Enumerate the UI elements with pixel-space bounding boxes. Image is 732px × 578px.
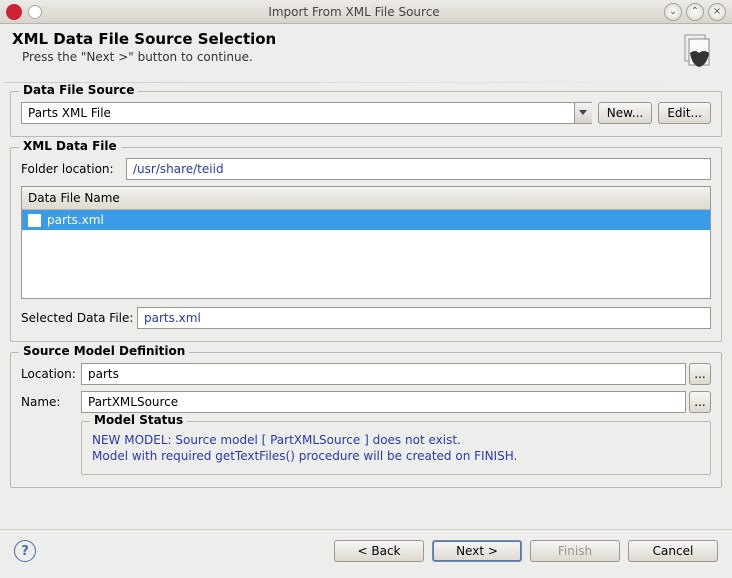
name-label: Name:: [21, 395, 81, 409]
app-icon: [6, 4, 22, 20]
group-label-xml-data-file: XML Data File: [19, 139, 121, 153]
dropdown-arrow-icon: [574, 103, 592, 123]
wizard-footer: ? < Back Next > Finish Cancel: [0, 529, 732, 578]
file-table-body[interactable]: ✓ parts.xml: [22, 210, 710, 298]
edit-button[interactable]: Edit...: [658, 102, 711, 124]
app-icon-secondary: [28, 5, 42, 19]
browse-name-button[interactable]: ...: [689, 391, 711, 413]
wizard-icon: [678, 30, 720, 72]
folder-location-label: Folder location:: [21, 162, 126, 176]
data-file-source-group: Data File Source Parts XML File New... E…: [10, 91, 722, 137]
model-status-line1: NEW MODEL: Source model [ PartXMLSource …: [92, 432, 700, 448]
minimize-button[interactable]: ⌄: [664, 3, 682, 21]
finish-button: Finish: [530, 540, 620, 562]
browse-location-button[interactable]: ...: [689, 363, 711, 385]
page-title: XML Data File Source Selection: [12, 30, 678, 48]
xml-data-file-group: XML Data File Folder location: /usr/shar…: [10, 147, 722, 342]
back-button[interactable]: < Back: [334, 540, 424, 562]
maximize-button[interactable]: ⌃: [686, 3, 704, 21]
model-status-line2: Model with required getTextFiles() proce…: [92, 448, 700, 464]
model-status-label: Model Status: [90, 413, 187, 427]
window-title: Import From XML File Source: [48, 5, 660, 19]
next-button[interactable]: Next >: [432, 540, 522, 562]
name-field[interactable]: [81, 391, 686, 413]
group-label-source-model: Source Model Definition: [19, 344, 189, 358]
selected-file-value: parts.xml: [137, 307, 711, 329]
file-name: parts.xml: [47, 213, 104, 227]
location-value: parts: [81, 363, 686, 385]
page-subtitle: Press the "Next >" button to continue.: [22, 50, 678, 64]
model-status-box: Model Status NEW MODEL: Source model [ P…: [81, 421, 711, 475]
file-checkbox[interactable]: ✓: [28, 214, 41, 227]
close-button[interactable]: ×: [708, 3, 726, 21]
new-button[interactable]: New...: [598, 102, 653, 124]
file-table-header[interactable]: Data File Name: [22, 187, 710, 210]
file-table: Data File Name ✓ parts.xml: [21, 186, 711, 299]
data-source-dropdown[interactable]: Parts XML File: [21, 102, 592, 124]
help-button[interactable]: ?: [14, 540, 36, 562]
titlebar: Import From XML File Source ⌄ ⌃ ×: [0, 0, 732, 24]
file-row[interactable]: ✓ parts.xml: [22, 210, 710, 230]
source-model-group: Source Model Definition Location: parts …: [10, 352, 722, 488]
wizard-header: XML Data File Source Selection Press the…: [0, 24, 732, 82]
cancel-button[interactable]: Cancel: [628, 540, 718, 562]
group-label-data-file-source: Data File Source: [19, 83, 138, 97]
folder-location-value: /usr/share/teiid: [126, 158, 711, 180]
data-source-selected: Parts XML File: [28, 106, 111, 120]
selected-file-label: Selected Data File:: [21, 311, 137, 325]
location-label: Location:: [21, 367, 81, 381]
